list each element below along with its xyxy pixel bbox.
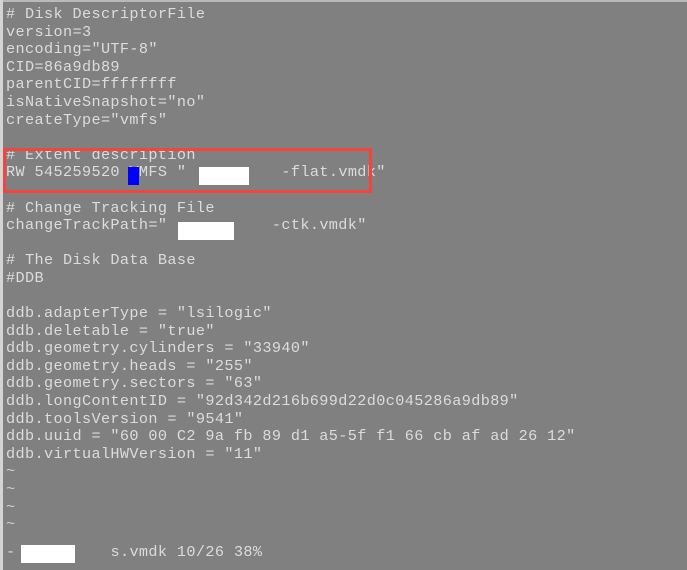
line-version: version=3 bbox=[6, 22, 92, 41]
status-dash: - bbox=[6, 543, 16, 561]
status-spacer-2 bbox=[224, 543, 234, 561]
status-filename-suffix: s.vmdk bbox=[110, 543, 168, 561]
line-blank-3 bbox=[6, 235, 682, 253]
line-is-native-snapshot: isNativeSnapshot="no" bbox=[6, 92, 206, 111]
empty-line-marker-1: ~ bbox=[6, 462, 16, 481]
line-disk-descriptor-file: # Disk DescriptorFile bbox=[6, 5, 206, 23]
redaction-bar-flat-filename bbox=[199, 167, 249, 185]
extent-suffix: -flat.vmdk" bbox=[281, 163, 386, 182]
line-blank-4 bbox=[6, 288, 682, 306]
line-ddb-geometry-heads: ddb.geometry.heads = "255" bbox=[6, 356, 253, 375]
status-spacer-1 bbox=[167, 543, 177, 561]
terminal-text-area[interactable]: # Disk DescriptorFile version=3 encoding… bbox=[6, 5, 682, 566]
redaction-bar-status-filename bbox=[21, 545, 75, 563]
text-cursor-block bbox=[128, 167, 139, 185]
empty-line-marker-2: ~ bbox=[6, 480, 16, 499]
line-ddb-long-content-id: ddb.longContentID = "92d342d216b699d22d0… bbox=[6, 392, 519, 411]
line-ddb-virtual-hw-version: ddb.virtualHWVersion = "11" bbox=[6, 444, 263, 463]
status-percent: 38% bbox=[233, 543, 263, 561]
change-track-prefix: changeTrackPath=" bbox=[6, 216, 168, 235]
line-encoding: encoding="UTF-8" bbox=[6, 40, 158, 59]
redaction-bar-ctk-filename bbox=[178, 222, 234, 240]
window-left-border bbox=[0, 0, 3, 570]
line-ddb-adapter-type: ddb.adapterType = "lsilogic" bbox=[6, 304, 272, 323]
line-change-track-path: changeTrackPath=" -ctk.vmdk" bbox=[6, 216, 682, 235]
line-blank-2 bbox=[6, 182, 682, 200]
status-line-position: 10/26 bbox=[176, 543, 225, 561]
line-blank-1 bbox=[6, 129, 682, 147]
vim-terminal-window: # Disk DescriptorFile version=3 encoding… bbox=[0, 0, 687, 570]
empty-line-marker-4: ~ bbox=[6, 515, 16, 534]
change-track-suffix: -ctk.vmdk" bbox=[271, 216, 367, 235]
line-ddb-uuid: ddb.uuid = "60 00 C2 9a fb 89 d1 a5-5f f… bbox=[6, 427, 576, 446]
line-parent-cid: parentCID=ffffffff bbox=[6, 75, 177, 94]
line-create-type: createType="vmfs" bbox=[6, 110, 168, 129]
line-ddb-geometry-cylinders: ddb.geometry.cylinders = "33940" bbox=[6, 339, 310, 358]
line-ddb-tools-version: ddb.toolsVersion = "9541" bbox=[6, 409, 244, 428]
line-disk-data-base-comment: # The Disk Data Base bbox=[6, 251, 196, 270]
empty-line-marker-3: ~ bbox=[6, 497, 16, 516]
line-change-tracking-comment: # Change Tracking File bbox=[6, 198, 215, 217]
line-extent-entry: RW 545259520 VMFS " -flat.vmdk" bbox=[6, 164, 682, 182]
window-top-border bbox=[0, 0, 687, 2]
line-ddb-deletable: ddb.deletable = "true" bbox=[6, 321, 215, 340]
line-extent-description-comment: # Extent description bbox=[6, 145, 196, 164]
line-cid: CID=86a9db89 bbox=[6, 57, 120, 76]
line-ddb-geometry-sectors: ddb.geometry.sectors = "63" bbox=[6, 374, 263, 393]
extent-prefix: RW 545259520 bbox=[6, 163, 120, 182]
line-ddb-marker: #DDB bbox=[6, 268, 44, 287]
